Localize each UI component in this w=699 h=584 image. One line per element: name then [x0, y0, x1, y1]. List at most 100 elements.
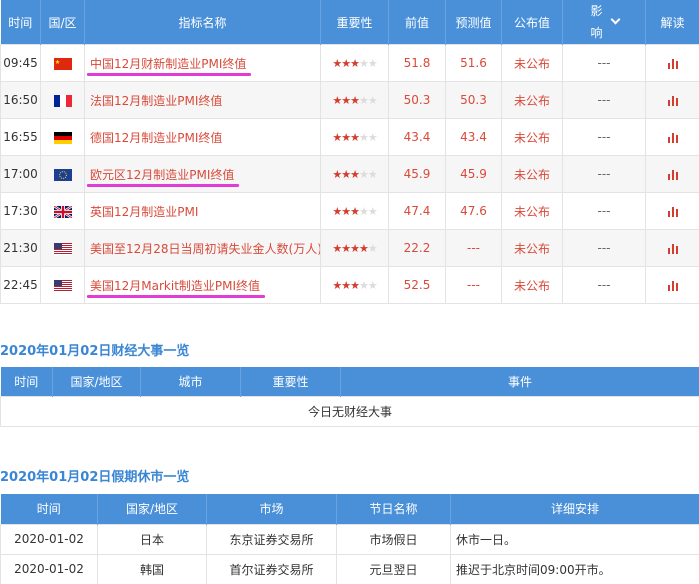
star-empty-icon: ★: [367, 205, 378, 218]
holidays-header-detail: 详细安排: [450, 494, 699, 524]
chevron-down-icon: [610, 14, 620, 24]
indicator-link[interactable]: 法国12月制造业PMI终值: [90, 94, 222, 108]
events-empty-message: 今日无财经大事: [0, 395, 699, 427]
row-importance: ★★★★★: [320, 229, 389, 267]
star-filled-icon: ★: [350, 57, 360, 70]
economic-calendar-table: 时间 国/区 指标名称 重要性 前值 预测值 公布值 影响 解读 09:45 中…: [0, 0, 699, 304]
row-interpret[interactable]: [645, 81, 699, 119]
china-flag-icon: [53, 57, 72, 70]
row-impact: ---: [562, 81, 646, 119]
row-previous: 50.3: [388, 81, 446, 119]
row-indicator-cell[interactable]: 英国12月制造业PMI: [84, 192, 321, 230]
star-filled-icon: ★: [341, 205, 351, 218]
bar-chart-icon[interactable]: [667, 206, 679, 217]
holiday-row: 2020-01-02 韩国 首尔证券交易所 元旦翌日 推迟于北京时间09:00开市。: [0, 553, 699, 584]
header-impact-label: 影响: [590, 4, 603, 40]
star-empty-icon: ★: [367, 242, 378, 255]
holiday-time: 2020-01-02: [0, 523, 98, 555]
row-time: 16:55: [0, 118, 41, 156]
row-interpret[interactable]: [645, 229, 699, 267]
row-indicator-cell[interactable]: 德国12月制造业PMI终值: [84, 118, 321, 156]
row-indicator-cell[interactable]: 美国12月Markit制造业PMI终值: [84, 266, 321, 304]
row-impact: ---: [562, 229, 646, 267]
row-interpret[interactable]: [645, 118, 699, 156]
row-actual: 未公布: [501, 266, 563, 304]
importance-stars: ★★★★★: [332, 131, 377, 144]
indicator-link[interactable]: 美国至12月28日当周初请失业金人数(万人): [90, 242, 320, 256]
importance-stars: ★★★★★: [332, 168, 378, 181]
star-empty-icon: ★: [358, 94, 369, 107]
header-actual: 公布值: [501, 0, 563, 45]
row-interpret[interactable]: [645, 44, 699, 82]
star-filled-icon: ★: [341, 94, 351, 107]
row-interpret[interactable]: [645, 266, 699, 304]
row-interpret[interactable]: [645, 155, 699, 193]
indicator-link[interactable]: 中国12月财新制造业PMI终值: [90, 57, 246, 71]
bar-chart-icon[interactable]: [667, 280, 679, 291]
star-empty-icon: ★: [367, 168, 378, 181]
indicator-link[interactable]: 英国12月制造业PMI: [90, 205, 198, 219]
row-impact: ---: [562, 118, 646, 156]
header-impact-dropdown[interactable]: 影响: [562, 0, 646, 45]
us-flag-icon: [53, 279, 72, 292]
star-filled-icon: ★: [350, 205, 360, 218]
bar-chart-icon[interactable]: [667, 169, 679, 180]
row-flag-cell: [40, 44, 85, 82]
bar-chart-icon[interactable]: [667, 95, 679, 106]
row-interpret[interactable]: [645, 192, 699, 230]
header-previous: 前值: [388, 0, 446, 45]
row-indicator-cell[interactable]: 法国12月制造业PMI终值: [84, 81, 321, 119]
uk-flag-icon: [53, 205, 72, 218]
indicator-link[interactable]: 德国12月制造业PMI终值: [90, 131, 222, 145]
row-importance: ★★★★★: [320, 81, 389, 119]
row-previous: 51.8: [388, 44, 446, 82]
star-empty-icon: ★: [358, 205, 369, 218]
table-row: 21:30 美国至12月28日当周初请失业金人数(万人) ★★★★★ 22.2 …: [0, 229, 699, 267]
row-previous: 43.4: [388, 118, 446, 156]
row-previous: 52.5: [388, 266, 446, 304]
bar-chart-icon[interactable]: [667, 58, 679, 69]
table-row: 22:45 美国12月Markit制造业PMI终值 ★★★★★ 52.5 ---…: [0, 266, 699, 304]
table-row: 17:30 英国12月制造业PMI ★★★★★ 47.4 47.6 未公布 --…: [0, 192, 699, 230]
row-actual: 未公布: [501, 44, 563, 82]
events-header-city: 城市: [140, 367, 241, 396]
header-region: 国/区: [40, 0, 85, 45]
header-time: 时间: [0, 0, 41, 45]
indicator-link[interactable]: 美国12月Markit制造业PMI终值: [90, 279, 260, 293]
holidays-header-row: 时间 国家/地区 市场 节日名称 详细安排: [0, 494, 699, 524]
events-section-title: 2020年01月02日财经大事一览: [0, 344, 190, 359]
row-indicator-cell[interactable]: 美国至12月28日当周初请失业金人数(万人): [84, 229, 321, 267]
star-empty-icon: ★: [358, 131, 369, 144]
row-importance: ★★★★★: [320, 44, 389, 82]
row-forecast: 45.9: [445, 155, 502, 193]
holidays-header-holiday: 节日名称: [336, 494, 451, 524]
star-filled-icon: ★: [332, 131, 342, 144]
holiday-detail: 休市一日。: [450, 523, 699, 555]
holiday-name: 元旦翌日: [336, 553, 451, 584]
holidays-header-region: 国家/地区: [97, 494, 207, 524]
indicator-link[interactable]: 欧元区12月制造业PMI终值: [90, 168, 234, 182]
row-forecast: 51.6: [445, 44, 502, 82]
star-filled-icon: ★: [350, 242, 360, 255]
row-importance: ★★★★★: [320, 118, 389, 156]
row-importance: ★★★★★: [320, 155, 389, 193]
row-forecast: 43.4: [445, 118, 502, 156]
importance-stars: ★★★★★: [332, 279, 377, 292]
star-empty-icon: ★: [358, 168, 369, 181]
row-impact: ---: [562, 266, 646, 304]
bar-chart-icon[interactable]: [667, 243, 679, 254]
table-row: 09:45 中国12月财新制造业PMI终值 ★★★★★ 51.8 51.6 未公…: [0, 44, 699, 82]
bar-chart-icon[interactable]: [667, 132, 679, 143]
row-indicator-cell[interactable]: 中国12月财新制造业PMI终值: [84, 44, 321, 82]
row-flag-cell: [40, 229, 85, 267]
header-interpret: 解读: [645, 0, 699, 45]
row-actual: 未公布: [501, 155, 563, 193]
star-empty-icon: ★: [367, 94, 378, 107]
row-actual: 未公布: [501, 229, 563, 267]
header-importance: 重要性: [320, 0, 389, 45]
star-filled-icon: ★: [341, 242, 351, 255]
row-importance: ★★★★★: [320, 192, 389, 230]
row-forecast: ---: [445, 229, 502, 267]
row-indicator-cell[interactable]: 欧元区12月制造业PMI终值: [84, 155, 321, 193]
star-filled-icon: ★: [350, 168, 360, 181]
